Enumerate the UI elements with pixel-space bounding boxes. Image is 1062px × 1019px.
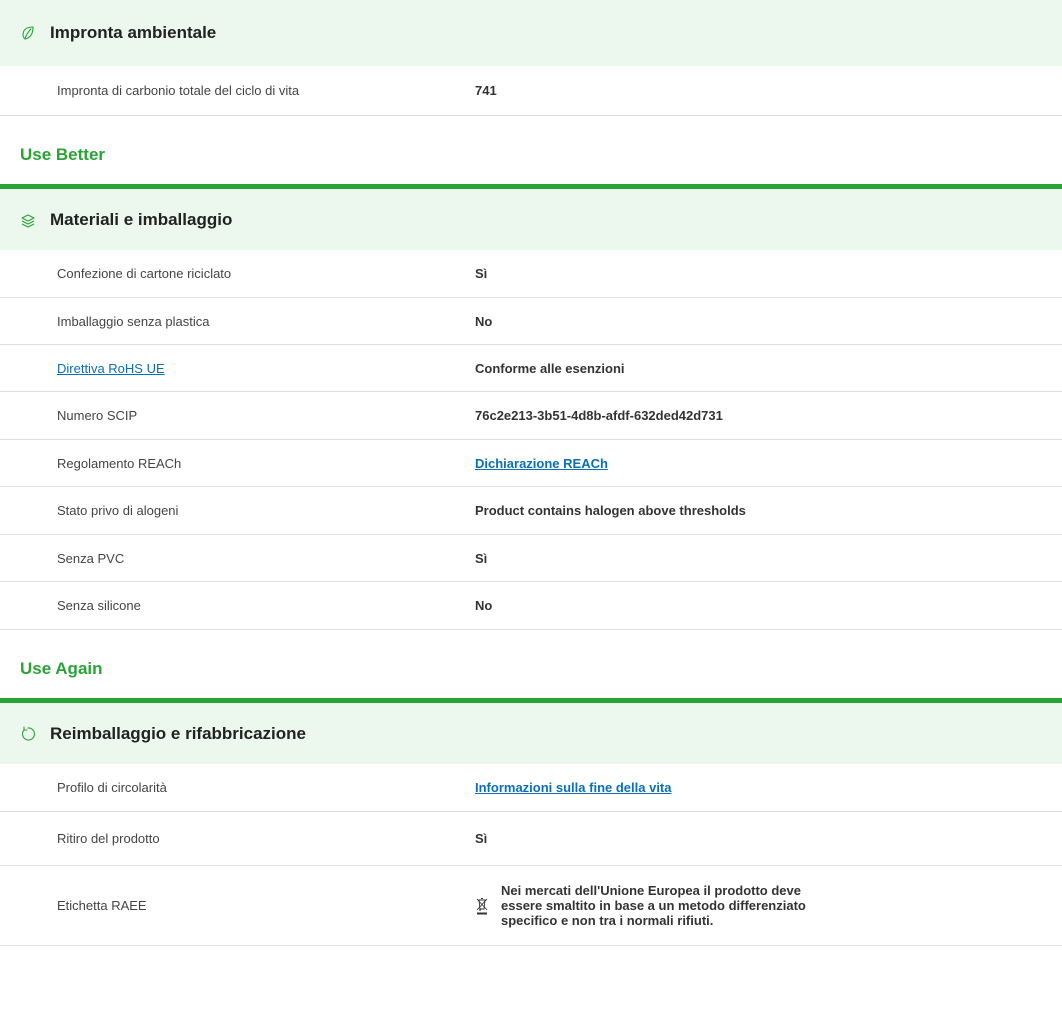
section-title: Materiali e imballaggio xyxy=(50,209,233,229)
row-label: Ritiro del prodotto xyxy=(57,831,160,846)
row-value: 741 xyxy=(475,83,497,98)
weee-text: Nei mercati dell'Unione Europea il prodo… xyxy=(501,883,806,928)
row-value: No xyxy=(475,598,493,613)
end-of-life-info-link[interactable]: Informazioni sulla fine della vita xyxy=(475,780,672,795)
weee-bin-icon xyxy=(475,897,489,915)
row-value: No xyxy=(475,313,493,329)
section-title: Impronta ambientale xyxy=(50,23,217,42)
table-row: Ritiro del prodotto Sì xyxy=(0,812,1062,866)
row-label: Profilo di circolarità xyxy=(57,780,167,795)
row-label: Imballaggio senza plastica xyxy=(57,313,210,329)
layers-icon xyxy=(20,212,36,228)
rohs-directive-link[interactable]: Direttiva RoHS UE xyxy=(57,361,165,376)
table-row: Senza silicone No xyxy=(0,582,1062,630)
leaf-icon xyxy=(20,25,36,41)
row-value: Conforme alle esenzioni xyxy=(475,360,625,376)
row-label: Senza PVC xyxy=(57,550,125,566)
table-row: Regolamento REACh Dichiarazione REACh xyxy=(0,440,1062,487)
row-label: Regolamento REACh xyxy=(57,455,182,471)
table-row: Numero SCIP 76c2e213-3b51-4d8b-afdf-632d… xyxy=(0,392,1062,440)
table-row: Stato privo di alogeni Product contains … xyxy=(0,487,1062,535)
section-header-footprint: Impronta ambientale xyxy=(0,0,1062,66)
weee-notice: Nei mercati dell'Unione Europea il prodo… xyxy=(475,883,1042,928)
table-row: Direttiva RoHS UE Conforme alle esenzion… xyxy=(0,345,1062,392)
table-row: Profilo di circolarità Informazioni sull… xyxy=(0,764,1062,812)
row-value: Sì xyxy=(475,550,488,566)
row-value: 76c2e213-3b51-4d8b-afdf-632ded42d731 xyxy=(475,408,723,423)
section-title: Reimballaggio e rifabbricazione xyxy=(50,723,307,743)
group-heading-use-again: Use Again xyxy=(20,659,103,678)
row-label: Etichetta RAEE xyxy=(57,898,147,913)
reach-declaration-link[interactable]: Dichiarazione REACh xyxy=(475,456,608,471)
row-value: Sì xyxy=(475,831,488,846)
table-row: Impronta di carbonio totale del ciclo di… xyxy=(0,66,1062,116)
group-heading-use-better: Use Better xyxy=(20,145,106,164)
row-label: Numero SCIP xyxy=(57,408,138,423)
row-value: Product contains halogen above threshold… xyxy=(475,503,746,518)
table-row: Confezione di cartone riciclato Sì xyxy=(0,250,1062,298)
section-header-materials: Materiali e imballaggio xyxy=(0,184,1062,250)
table-row: Senza PVC Sì xyxy=(0,535,1062,582)
row-label: Senza silicone xyxy=(57,598,141,613)
table-row: Imballaggio senza plastica No xyxy=(0,298,1062,345)
refresh-icon xyxy=(20,725,36,742)
row-label: Confezione di cartone riciclato xyxy=(57,266,232,281)
row-value: Sì xyxy=(475,266,488,281)
section-header-remanufacturing: Reimballaggio e rifabbricazione xyxy=(0,698,1062,764)
row-label: Impronta di carbonio totale del ciclo di… xyxy=(57,83,300,98)
table-row: Etichetta RAEE Nei mercati dell'Unione E… xyxy=(0,866,1062,946)
row-label: Stato privo di alogeni xyxy=(57,503,179,518)
